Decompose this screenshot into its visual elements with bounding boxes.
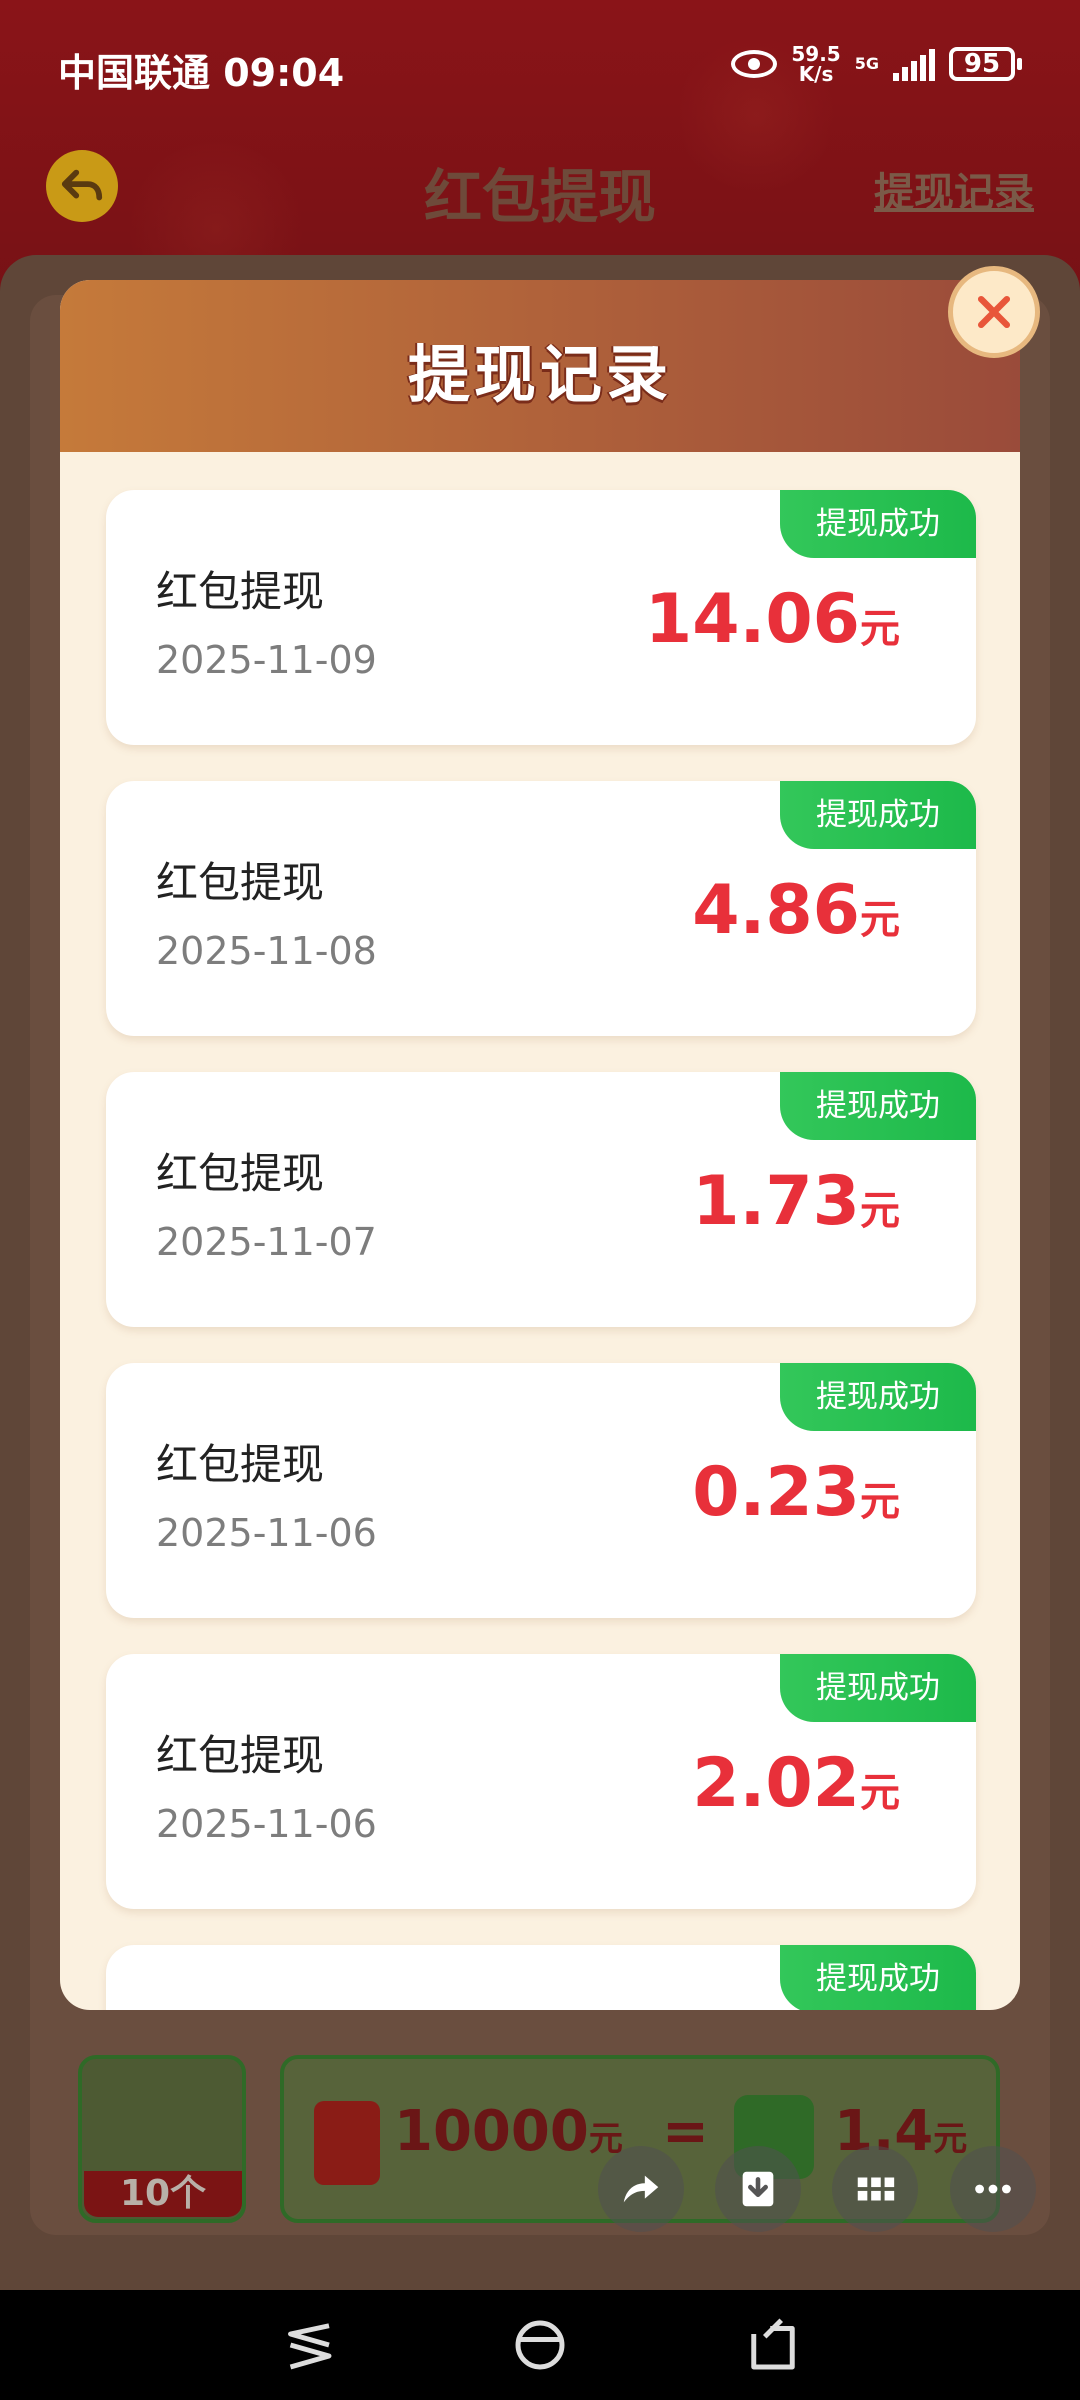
record-amount-unit: 元 [860, 1479, 900, 1525]
nav-recents-icon [751, 2318, 795, 2370]
status-badge: 提现成功 [780, 781, 976, 849]
net-speed-value: 59.5 [791, 42, 841, 66]
key-tile[interactable]: 10个 [78, 2055, 246, 2223]
record-card: 提现成功 红包提现 2025-11-07 1.73元 [106, 1072, 976, 1327]
record-title: 红包提现 [156, 1440, 325, 1489]
record-amount-unit: 元 [860, 1188, 900, 1234]
withdraw-history-modal: 提现记录 提现成功 红包提现 2025-11-09 14.06元 提现成功 红包… [60, 280, 1020, 2010]
record-card: 提现成功 [106, 1945, 976, 2010]
record-title: 红包提现 [156, 858, 325, 907]
record-card: 提现成功 红包提现 2025-11-09 14.06元 [106, 490, 976, 745]
nav-back-button[interactable] [274, 2312, 340, 2378]
status-badge: 提现成功 [780, 1654, 976, 1722]
status-bar: 中国联通 09:04 59.5 K/s 5G 95 [0, 0, 1080, 130]
nav-back-icon [288, 2323, 332, 2370]
status-badge: 提现成功 [780, 1945, 976, 2010]
record-amount-value: 4.86 [692, 871, 860, 950]
record-date: 2025-11-07 [156, 1220, 377, 1264]
status-badge: 提现成功 [780, 1072, 976, 1140]
record-amount-value: 2.02 [692, 1744, 860, 1823]
equals-sign: = [662, 2099, 709, 2164]
record-date: 2025-11-06 [156, 1802, 377, 1846]
record-amount-unit: 元 [860, 1770, 900, 1816]
record-amount-value: 1.73 [692, 1162, 860, 1241]
record-amount: 2.02元 [692, 1744, 900, 1823]
cash-amount-unit: 元 [933, 2119, 968, 2159]
record-amount-unit: 元 [860, 606, 900, 652]
system-nav-bar [0, 2290, 1080, 2400]
app-header: 红包提现 提现记录 [0, 140, 1080, 240]
signal-icon [893, 47, 935, 81]
record-card: 提现成功 红包提现 2025-11-08 4.86元 [106, 781, 976, 1036]
battery-level: 95 [949, 47, 1015, 81]
record-card: 提现成功 红包提现 2025-11-06 0.23元 [106, 1363, 976, 1618]
key-tile-count: 10个 [84, 2171, 242, 2217]
redpack-amount: 10000元 [394, 2099, 623, 2164]
more-button[interactable] [950, 2146, 1036, 2232]
nav-home-button[interactable] [507, 2312, 573, 2378]
record-card: 提现成功 红包提现 2025-11-06 2.02元 [106, 1654, 976, 1909]
record-amount-value: 14.06 [644, 580, 860, 659]
record-amount: 14.06元 [645, 580, 900, 659]
record-title: 红包提现 [156, 1731, 325, 1780]
apps-button[interactable] [832, 2146, 918, 2232]
record-title: 红包提现 [156, 1149, 325, 1198]
share-icon [623, 2175, 659, 2203]
redpack-amount-value: 10000 [394, 2099, 589, 2164]
record-title: 红包提现 [156, 567, 325, 616]
grid-icon [857, 2177, 895, 2201]
record-date: 2025-11-08 [156, 929, 377, 973]
record-amount-unit: 元 [860, 897, 900, 943]
record-date: 2025-11-06 [156, 1511, 377, 1555]
share-button[interactable] [598, 2146, 684, 2232]
carrier-time: 中国联通 09:04 [58, 51, 345, 95]
red-packet-icon [314, 2101, 380, 2185]
record-amount: 0.23元 [692, 1453, 900, 1532]
battery-icon: 95 [949, 47, 1022, 81]
download-icon [742, 2171, 774, 2207]
download-button[interactable] [715, 2146, 801, 2232]
more-dots-icon [975, 2184, 1011, 2194]
status-badge: 提现成功 [780, 490, 976, 558]
status-icons: 59.5 K/s 5G 95 [731, 44, 1022, 84]
eye-icon [731, 50, 778, 78]
modal-header: 提现记录 [60, 280, 1020, 452]
record-amount: 1.73元 [692, 1162, 900, 1241]
net-speed-unit: K/s [798, 62, 834, 86]
nav-home-icon [515, 2320, 565, 2370]
nav-recents-button[interactable] [740, 2312, 806, 2378]
history-link[interactable]: 提现记录 [874, 160, 1034, 218]
record-amount-value: 0.23 [692, 1453, 860, 1532]
net-speed: 59.5 K/s [791, 44, 840, 84]
record-date: 2025-11-09 [156, 638, 377, 682]
record-amount: 4.86元 [692, 871, 900, 950]
close-icon [977, 295, 1011, 329]
modal-title: 提现记录 [407, 338, 672, 411]
close-button[interactable] [948, 266, 1040, 358]
network-type: 5G [854, 54, 879, 73]
status-badge: 提现成功 [780, 1363, 976, 1431]
